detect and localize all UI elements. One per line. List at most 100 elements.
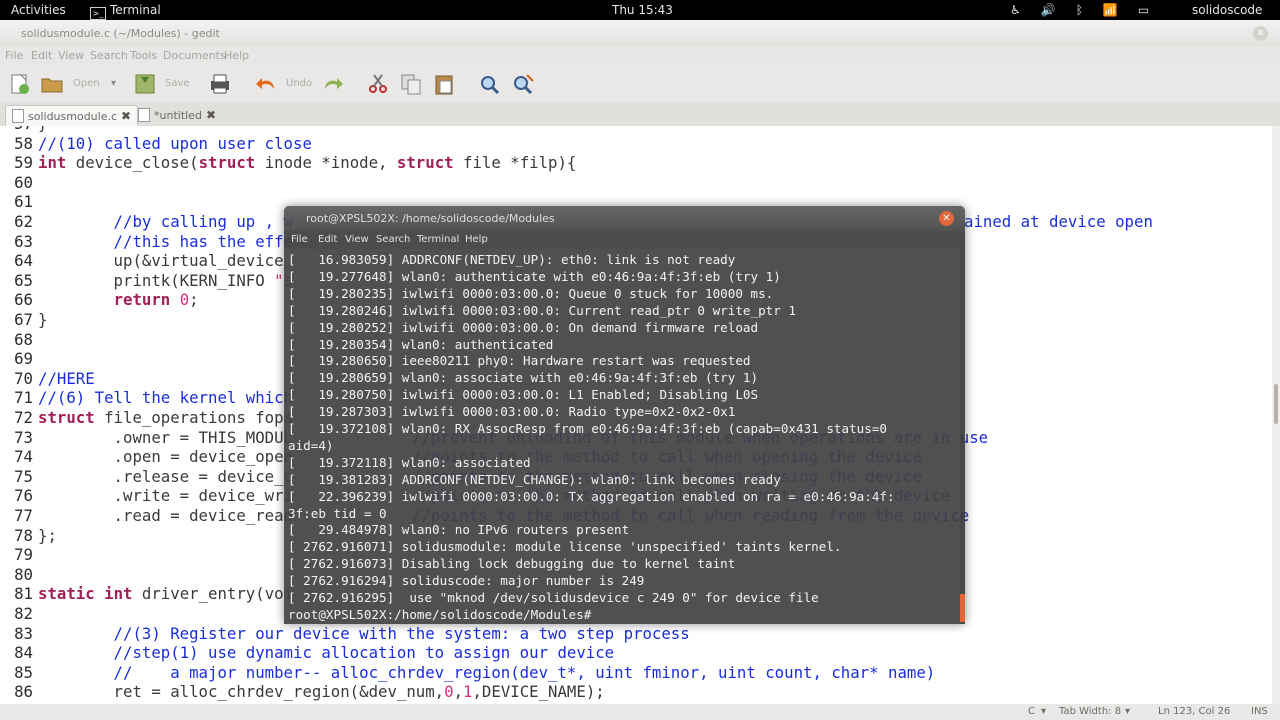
document-icon (138, 108, 150, 122)
save-icon[interactable] (133, 73, 157, 95)
terminal-output[interactable]: [ 16.983059] ADDRCONF(NETDEV_UP): eth0: … (288, 250, 960, 624)
gedit-statusbar: C ▾ Tab Width: 8 ▾ Ln 123, Col 26 INS (0, 704, 1280, 720)
code-text: ret = alloc_chrdev_region(&dev_num,0,1,D… (38, 682, 605, 702)
line-number: 80 (14, 564, 33, 584)
code-line: 71//(6) Tell the kernel which (0, 388, 293, 408)
search-icon[interactable] (478, 73, 502, 95)
close-icon[interactable]: ✕ (939, 211, 954, 226)
code-line: 59 int device_close(struct inode *inode, … (0, 153, 576, 173)
menu-tools[interactable]: Tools (130, 49, 157, 62)
code-text: static int driver_entry(voi (38, 584, 294, 604)
terminal-line: [ 19.280252] iwlwifi 0000:03:00.0: On de… (288, 319, 759, 335)
window-title: solidusmodule.c (~/Modules) - gedit (21, 27, 220, 40)
user-menu[interactable]: solidoscode (1192, 3, 1262, 17)
cut-icon[interactable] (366, 73, 390, 95)
line-number: 83 (14, 623, 33, 643)
editor-scrollbar[interactable] (1272, 126, 1280, 704)
menu-file[interactable]: File (5, 49, 23, 62)
save-button[interactable]: Save (165, 78, 190, 89)
close-icon[interactable]: ✕ (1253, 26, 1268, 41)
chevron-down-icon[interactable]: ▾ (1125, 706, 1130, 717)
close-tab-icon[interactable]: ✖ (121, 109, 131, 123)
close-tab-icon[interactable]: ✖ (206, 108, 216, 122)
menu-edit[interactable]: Edit (318, 234, 337, 245)
menu-help[interactable]: Help (465, 234, 488, 245)
app-menu[interactable]: >_ Terminal (90, 3, 161, 20)
code-text: .owner = THIS_MODUL (38, 427, 294, 447)
menu-documents[interactable]: Documents (163, 49, 226, 62)
code-line: 79 (0, 545, 38, 565)
open-button[interactable]: Open (73, 78, 100, 89)
line-number: 65 (14, 270, 33, 290)
battery-icon[interactable]: ▭ (1138, 3, 1149, 17)
search-replace-icon[interactable] (511, 73, 535, 95)
code-text: .write = device_wri (38, 486, 294, 506)
redo-icon[interactable] (321, 73, 345, 95)
code-line: 72 struct file_operations fops (0, 408, 293, 428)
scrollbar-thumb[interactable] (960, 594, 965, 622)
code-line: 66 return 0; (0, 290, 199, 310)
menu-help[interactable]: Help (224, 49, 249, 62)
line-number: 84 (14, 643, 33, 663)
terminal-scrollbar[interactable] (960, 250, 965, 624)
terminal-line: [ 2762.916073] Disabling lock debugging … (288, 556, 736, 572)
new-document-icon[interactable] (8, 73, 32, 95)
terminal-titlebar: root@XPSL502X: /home/solidoscode/Modules… (284, 206, 965, 231)
tab-untitled[interactable]: *untitled ✖ (132, 105, 222, 125)
menu-search[interactable]: Search (376, 234, 410, 245)
language-selector[interactable]: C (1028, 706, 1035, 717)
code-line: 64 up(&virtual_device (0, 251, 283, 271)
menu-edit[interactable]: Edit (31, 49, 52, 62)
gedit-titlebar: solidusmodule.c (~/Modules) - gedit ✕ (0, 20, 1280, 46)
print-icon[interactable] (208, 73, 232, 95)
code-line: 67} (0, 310, 47, 330)
code-text: struct file_operations fops (38, 408, 294, 427)
accessibility-icon[interactable]: ♿ (1010, 3, 1021, 17)
scrollbar-thumb[interactable] (1274, 384, 1278, 424)
chevron-down-icon[interactable]: ▾ (1041, 706, 1046, 717)
code-line: 84 //step(1) use dynamic allocation to a… (0, 643, 614, 663)
code-text: //(6) Tell the kernel which (38, 388, 294, 408)
undo-button[interactable]: Undo (286, 78, 312, 89)
code-line: 61 (0, 192, 38, 212)
line-number: 64 (14, 251, 33, 271)
line-number: 68 (14, 329, 33, 349)
line-number: 69 (14, 349, 33, 369)
menu-file[interactable]: File (291, 234, 308, 245)
terminal-line: [ 19.372118] wlan0: associated (288, 454, 531, 470)
menu-terminal[interactable]: Terminal (417, 234, 459, 245)
code-text: //(10) called upon user close (38, 133, 312, 153)
code-line: 63 //this has the effe (0, 232, 293, 252)
code-line: 57} (0, 126, 47, 134)
open-folder-icon[interactable] (40, 73, 64, 95)
code-line: 73 .owner = THIS_MODUL (0, 428, 293, 448)
code-text: }; (38, 525, 57, 545)
code-line: 58//(10) called upon user close (0, 134, 312, 154)
undo-icon[interactable] (254, 73, 278, 95)
clock[interactable]: Thu 15:43 (612, 3, 673, 17)
copy-icon[interactable] (399, 73, 423, 95)
volume-icon[interactable]: 🔊 (1041, 3, 1056, 17)
tab-solidusmodule[interactable]: solidusmodule.c ✖ (5, 105, 139, 126)
code-text: //step(1) use dynamic allocation to assi… (38, 643, 615, 663)
line-number: 66 (14, 290, 33, 310)
terminal-window[interactable]: root@XPSL502X: /home/solidoscode/Modules… (284, 206, 965, 624)
terminal-line: [ 2762.916295] use "mknod /dev/solidusde… (288, 590, 819, 605)
tab-width-selector[interactable]: Tab Width: 8 (1059, 706, 1121, 717)
terminal-line: [ 19.381283] ADDRCONF(NETDEV_CHANGE): wl… (288, 471, 781, 487)
wifi-icon[interactable]: 📶 (1103, 3, 1118, 17)
line-number: 60 (14, 172, 33, 192)
gedit-menubar: File Edit View Search Tools Documents He… (0, 46, 1280, 66)
menu-view[interactable]: View (345, 234, 369, 245)
code-line: 74 .open = device_open (0, 447, 293, 467)
code-fragment: ained at device open (964, 212, 1153, 231)
chevron-down-icon[interactable]: ▾ (111, 78, 116, 89)
bluetooth-icon[interactable]: ᛒ (1076, 3, 1083, 17)
activities-button[interactable]: Activities (11, 3, 66, 17)
menu-search[interactable]: Search (90, 49, 128, 62)
code-text: return 0; (113, 290, 199, 310)
paste-icon[interactable] (432, 73, 456, 95)
terminal-line: [ 2762.916071] solidusmodule: module lic… (288, 539, 842, 555)
menu-view[interactable]: View (58, 49, 84, 62)
